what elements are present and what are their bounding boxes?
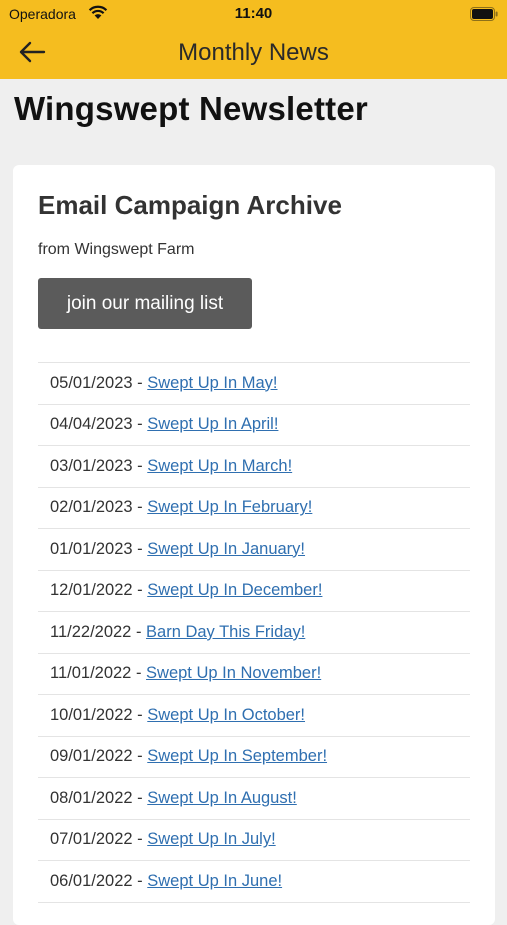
date-separator: - [132,415,148,434]
campaign-date: 11/22/2022 [50,622,132,641]
campaign-date: 01/01/2023 [50,539,133,558]
campaign-link[interactable]: Swept Up In April! [147,415,278,434]
date-separator: - [132,456,148,475]
list-item: 07/01/2022 - Swept Up In July! [38,820,470,861]
list-item: 10/01/2022 - Swept Up In October! [38,695,470,737]
list-item: 01/01/2023 - Swept Up In January! [38,529,470,571]
date-separator: - [132,373,148,392]
list-item: 04/04/2023 - Swept Up In April! [38,405,470,446]
campaign-link[interactable]: Swept Up In August! [147,789,297,808]
campaign-date: 12/01/2022 [50,581,133,600]
campaign-date: 06/01/2022 [50,871,133,890]
list-item: 06/01/2022 - Swept Up In June! [38,861,470,903]
archive-card: Email Campaign Archive from Wingswept Fa… [13,165,495,925]
status-bar: Operadora 11:40 [0,0,507,28]
campaign-link[interactable]: Swept Up In October! [147,706,305,725]
app-bar: Monthly News [0,28,507,79]
list-item: 02/01/2023 - Swept Up In February! [38,488,470,529]
list-item: 09/01/2022 - Swept Up In September! [38,737,470,778]
campaign-link[interactable]: Swept Up In March! [147,457,292,476]
campaign-date: 08/01/2022 [50,788,133,807]
list-item: 12/01/2022 - Swept Up In December! [38,571,470,612]
campaign-link[interactable]: Swept Up In February! [147,498,312,517]
date-separator: - [132,498,148,517]
card-title: Email Campaign Archive [38,190,342,220]
campaign-date: 04/04/2023 [50,415,133,434]
date-separator: - [132,581,148,600]
date-separator: - [132,705,148,724]
campaign-link[interactable]: Swept Up In June! [147,872,282,891]
battery-icon [470,7,498,26]
campaign-link[interactable]: Swept Up In May! [147,374,277,393]
app-bar-title: Monthly News [178,39,329,66]
clock-time: 11:40 [234,5,273,22]
list-item: 11/22/2022 - Barn Day This Friday! [38,612,470,654]
campaign-date: 05/01/2023 [50,373,133,392]
campaign-link[interactable]: Swept Up In November! [146,664,321,683]
campaign-date: 09/01/2022 [50,747,133,766]
list-item: 03/01/2023 - Swept Up In March! [38,446,470,488]
date-separator: - [132,788,148,807]
date-separator: - [132,539,148,558]
campaign-link[interactable]: Swept Up In July! [147,830,275,849]
campaign-link[interactable]: Swept Up In January! [147,540,305,559]
date-separator: - [132,830,148,849]
campaign-date: 07/01/2022 [50,830,133,849]
campaign-date: 11/01/2022 [50,664,132,683]
list-item: 05/01/2023 - Swept Up In May! [38,363,470,405]
page-title: Wingswept Newsletter [14,90,368,127]
date-separator: - [131,664,147,683]
campaign-link[interactable]: Swept Up In December! [147,581,322,600]
campaign-list: 05/01/2023 - Swept Up In May! 04/04/2023 … [38,362,470,903]
list-item: 08/01/2022 - Swept Up In August! [38,778,470,820]
campaign-link[interactable]: Barn Day This Friday! [146,623,305,642]
campaign-date: 02/01/2023 [50,498,133,517]
date-separator: - [132,871,148,890]
campaign-date: 10/01/2022 [50,705,133,724]
date-separator: - [132,747,148,766]
list-item: 11/01/2022 - Swept Up In November! [38,654,470,695]
card-subtitle: from Wingswept Farm [38,241,195,258]
campaign-link[interactable]: Swept Up In September! [147,747,327,766]
campaign-date: 03/01/2023 [50,456,133,475]
join-mailing-list-button[interactable]: join our mailing list [38,278,252,329]
date-separator: - [131,622,147,641]
